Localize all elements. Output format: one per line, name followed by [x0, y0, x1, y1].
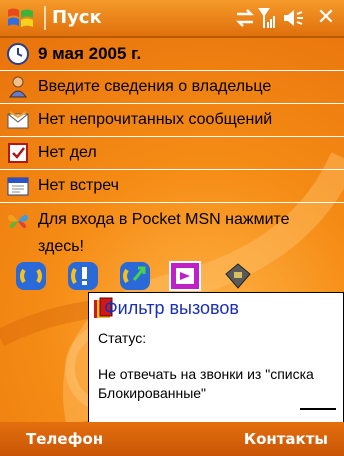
pocket-msn-text: Для входа в Pocket MSN нажмите здесь!	[38, 211, 290, 255]
title-bar: Пуск ✕	[0, 0, 344, 38]
today-date-row[interactable]: 9 мая 2005 г.	[0, 38, 344, 71]
notification-title: Фильтр вызовов	[104, 298, 239, 318]
phone-alert-icon[interactable]	[66, 260, 100, 292]
clock-icon	[7, 43, 29, 65]
media-app-icon[interactable]	[168, 260, 202, 292]
messages-row[interactable]: Нет непрочитанных сообщений	[0, 104, 344, 137]
calendar-icon	[7, 177, 29, 196]
tasks-checkbox-icon	[8, 143, 28, 163]
envelope-icon	[7, 111, 29, 129]
owner-info-text: Введите сведения о владельце	[38, 78, 272, 95]
close-button[interactable]: ✕	[314, 6, 338, 30]
title-divider	[44, 6, 46, 30]
notification-status-label: Статус:	[98, 330, 147, 346]
tasks-text: Нет дел	[38, 144, 97, 161]
signal-strength-icon[interactable]	[258, 6, 278, 30]
connectivity-icon[interactable]	[234, 6, 256, 30]
msn-butterfly-icon	[8, 214, 28, 229]
start-menu-label[interactable]: Пуск	[52, 7, 102, 28]
notification-divider	[300, 408, 336, 410]
appointments-text: Нет встреч	[38, 177, 119, 194]
messages-text: Нет непрочитанных сообщений	[38, 111, 273, 128]
notification-message: Не отвечать на звонки из "списка Блокиро…	[98, 366, 314, 401]
phone-softkey[interactable]: Телефон	[26, 430, 103, 448]
softkey-bar: Телефон Контакты	[0, 422, 344, 456]
phone-call-icon[interactable]	[118, 260, 152, 292]
sim-card-icon[interactable]	[220, 260, 254, 292]
appointments-row[interactable]: Нет встреч	[0, 170, 344, 203]
phone-sync-icon[interactable]	[14, 260, 48, 292]
contacts-softkey[interactable]: Контакты	[244, 430, 328, 448]
volume-icon[interactable]	[282, 6, 304, 30]
owner-info-row[interactable]: Введите сведения о владельце	[0, 71, 344, 104]
pocket-msn-row[interactable]: Для входа в Pocket MSN нажмите здесь!	[0, 203, 344, 263]
tasks-row[interactable]: Нет дел	[0, 137, 344, 170]
windows-start-icon[interactable]	[6, 4, 36, 32]
person-icon	[9, 76, 27, 98]
today-date: 9 мая 2005 г.	[38, 44, 142, 63]
